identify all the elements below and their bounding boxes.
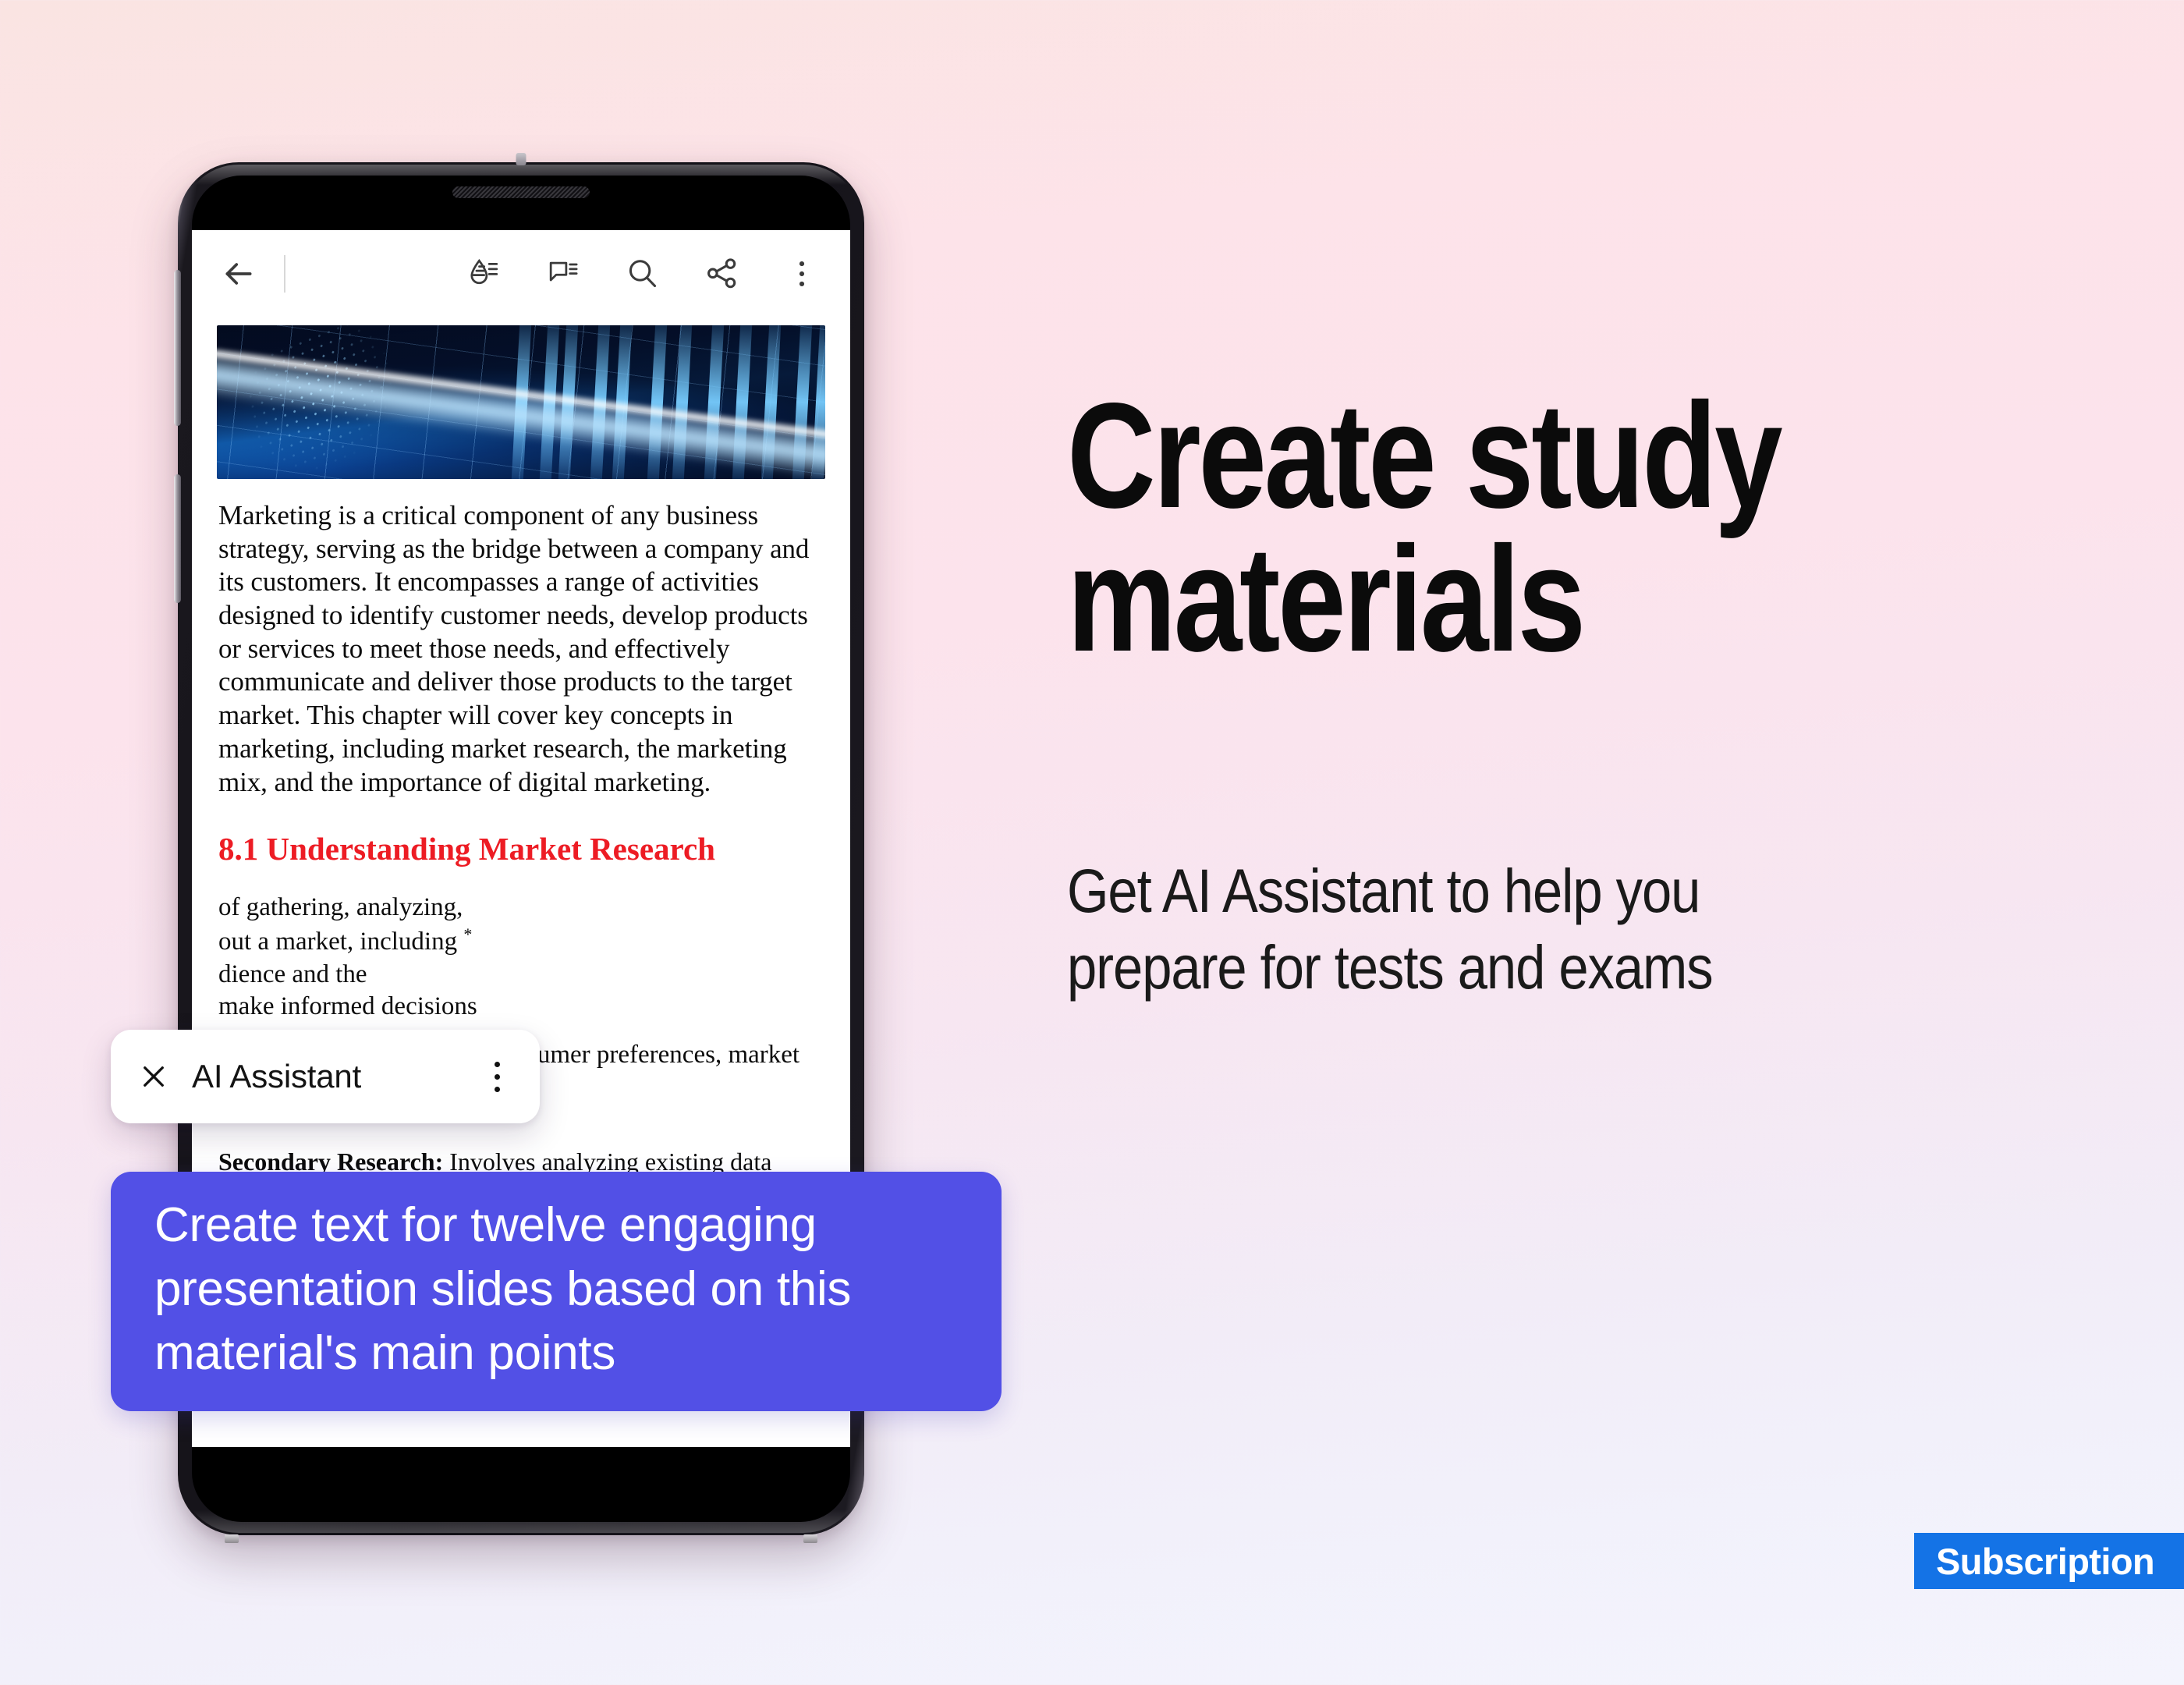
ai-prompt-bubble[interactable]: Create text for twelve engaging presenta…: [111, 1172, 1002, 1412]
comment-bubble-icon[interactable]: [541, 252, 585, 296]
paragraph-intro: Marketing is a critical component of any…: [218, 500, 810, 797]
reader-toolbar: [192, 230, 850, 317]
toolbar-divider: [284, 255, 285, 293]
subscription-badge-label: Subscription: [1936, 1540, 2155, 1582]
toolbar-right-group: [462, 252, 824, 296]
paragraph-market-research: of gathering, analyzing, out a market, i…: [218, 892, 824, 1023]
promo-headline: Create study materials: [1067, 371, 1975, 683]
paragraph-fragment-a: of gathering, analyzing,: [218, 892, 463, 921]
overflow-menu-icon[interactable]: [780, 252, 824, 296]
promo-copy-column: Create study materials Get AI Assistant …: [1067, 0, 2081, 1685]
search-icon[interactable]: [621, 252, 665, 296]
subscription-badge: Subscription: [1914, 1533, 2184, 1589]
promo-subhead: Get AI Assistant to help you prepare for…: [1067, 853, 2004, 1006]
paragraph-fragment-d: make informed decisions: [218, 992, 477, 1021]
phone-top-mic: [516, 153, 526, 165]
paragraph-fragment-b: out a market, including: [218, 928, 458, 956]
phone-power-button[interactable]: [174, 474, 181, 603]
promo-headline-line1: Create study: [1067, 371, 1783, 539]
promo-subhead-line1: Get AI Assistant to help you: [1067, 856, 1700, 925]
share-icon[interactable]: [700, 252, 744, 296]
phone-earpiece-speaker: [452, 186, 590, 198]
chapter-hero-image: [217, 325, 825, 479]
phone-volume-button[interactable]: [174, 270, 181, 426]
promo-headline-line2: materials: [1067, 515, 1586, 683]
ai-prompt-text: Create text for twelve engaging presenta…: [154, 1198, 852, 1380]
ai-assistant-card[interactable]: AI Assistant: [111, 1030, 540, 1123]
promo-stage: Marketing is a critical component of any…: [0, 0, 2184, 1685]
section-heading-8-1: 8.1 Understanding Market Research: [218, 831, 715, 867]
phone-bottom-detail-right: [803, 1534, 817, 1543]
ai-assistant-title: AI Assistant: [192, 1058, 362, 1094]
phone-bottom-detail-left: [225, 1534, 239, 1543]
highlight-droplet-icon[interactable]: [462, 252, 505, 296]
paragraph-fragment-c: dience and the: [218, 960, 367, 988]
kebab-menu-icon[interactable]: [477, 1055, 516, 1098]
footnote-marker: *: [463, 924, 473, 945]
promo-subhead-line2: prepare for tests and exams: [1067, 931, 1714, 1002]
back-arrow-icon[interactable]: [217, 252, 261, 296]
toolbar-left-group: [217, 252, 285, 296]
close-x-icon[interactable]: [133, 1055, 175, 1098]
